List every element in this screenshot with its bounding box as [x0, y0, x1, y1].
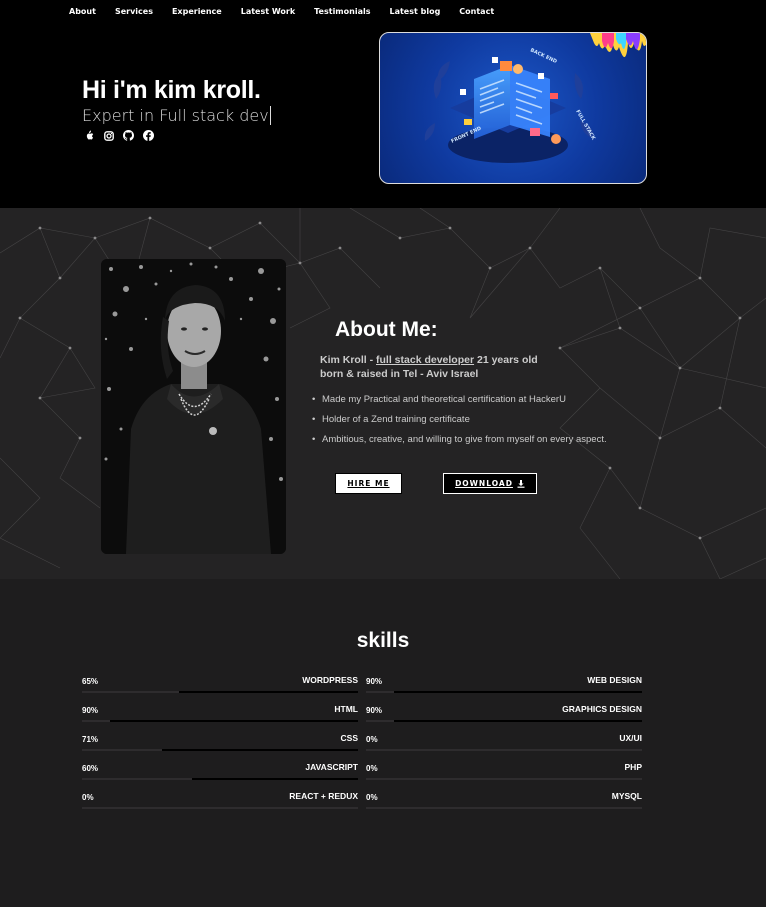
skill-percent: 71%	[82, 735, 99, 744]
skill-row: 90% HTML	[82, 701, 358, 729]
skill-row: 0% PHP	[366, 759, 642, 787]
skills-title: skills	[356, 629, 410, 652]
illustration-label-full-stack: FULL STACK	[574, 109, 597, 142]
profile-photo	[101, 259, 286, 554]
skill-percent: 90%	[366, 706, 383, 715]
skill-bar-fill	[178, 691, 358, 693]
skill-row: 90% GRAPHICS DESIGN	[366, 701, 642, 729]
about-title: About Me:	[335, 318, 438, 341]
skill-name: CSS	[340, 733, 358, 743]
download-icon	[517, 479, 525, 488]
skill-percent: 0%	[366, 764, 378, 773]
skill-bar-fill	[162, 749, 358, 751]
list-item: Ambitious, creative, and willing to give…	[312, 434, 607, 445]
nav-about[interactable]: About	[69, 7, 96, 16]
skill-name: GRAPHICS DESIGN	[562, 704, 642, 714]
skill-name: PHP	[624, 762, 642, 772]
skills-section: skills 65% WORDPRESS 90% HTML 71% CSS 60% JAVAS…	[0, 579, 766, 907]
skill-name: UX/UI	[619, 733, 642, 743]
hero-illustration: FRONT END BACK END FULL STACK	[379, 32, 647, 184]
nav-latest-blog[interactable]: Latest blog	[389, 7, 440, 16]
skill-percent: 65%	[82, 677, 99, 686]
skill-row: 0% UX/UI	[366, 730, 642, 758]
hire-me-button[interactable]: HIRE ME	[335, 473, 402, 494]
nav-experience[interactable]: Experience	[172, 7, 222, 16]
skill-percent: 90%	[82, 706, 99, 715]
skill-percent: 90%	[366, 677, 383, 686]
skill-percent: 60%	[82, 764, 99, 773]
hero-subtitle: Expert in Full stack dev	[82, 106, 271, 125]
list-item: Made my Practical and theoretical certif…	[312, 394, 607, 405]
nav-contact[interactable]: Contact	[459, 7, 494, 16]
skill-row: 0% MYSQL	[366, 788, 642, 816]
skill-percent: 0%	[82, 793, 94, 802]
github-icon[interactable]	[123, 130, 134, 141]
hero-title: Hi i'm kim kroll.	[82, 76, 261, 104]
skill-name: REACT + REDUX	[289, 791, 358, 801]
skill-bar-track	[366, 749, 642, 751]
developer-illustration: FRONT END BACK END FULL STACK	[424, 33, 646, 163]
download-button-label: DOWNLOAD	[455, 479, 513, 488]
skill-row: 65% WORDPRESS	[82, 672, 358, 700]
skill-row: 90% WEB DESIGN	[366, 672, 642, 700]
skill-bar-track	[366, 807, 642, 809]
skill-bar-fill	[109, 720, 358, 722]
skill-bar-fill	[393, 720, 642, 722]
profile-photo-art	[101, 259, 286, 554]
download-button[interactable]: DOWNLOAD	[443, 473, 537, 494]
social-links	[83, 130, 154, 141]
skill-name: WORDPRESS	[302, 675, 358, 685]
list-item: Holder of a Zend training certificate	[312, 414, 607, 425]
skill-bar-track	[82, 720, 358, 722]
skill-bar-track	[366, 691, 642, 693]
skill-bar-track	[366, 720, 642, 722]
instagram-icon[interactable]	[103, 130, 114, 141]
skill-percent: 0%	[366, 793, 378, 802]
typed-text: Full stack dev	[159, 106, 271, 125]
skill-bar-track	[82, 778, 358, 780]
hero-section: Hi i'm kim kroll. Expert in Full stack d…	[0, 22, 766, 208]
skill-bar-track	[82, 691, 358, 693]
skill-bar-fill	[192, 778, 358, 780]
apple-icon[interactable]	[83, 130, 94, 141]
skill-row: 60% JAVASCRIPT	[82, 759, 358, 787]
skill-name: JAVASCRIPT	[305, 762, 358, 772]
skill-bar-track	[82, 749, 358, 751]
skill-bar-fill	[393, 691, 642, 693]
skill-name: MYSQL	[611, 791, 642, 801]
about-intro-name: Kim Kroll -	[320, 354, 377, 366]
about-section: About Me: Kim Kroll - full stack develop…	[0, 208, 766, 579]
skill-name: HTML	[334, 704, 358, 714]
skill-name: WEB DESIGN	[587, 675, 642, 685]
about-intro-role: full stack developer	[376, 354, 475, 366]
nav-services[interactable]: Services	[115, 7, 153, 16]
about-bullet-list: Made my Practical and theoretical certif…	[312, 394, 607, 454]
facebook-icon[interactable]	[143, 130, 154, 141]
skill-bar-track	[366, 778, 642, 780]
illustration-label-back-end: BACK END	[529, 47, 558, 65]
nav-latest-work[interactable]: Latest Work	[241, 7, 295, 16]
skill-row: 71% CSS	[82, 730, 358, 758]
skill-row: 0% REACT + REDUX	[82, 788, 358, 816]
top-nav: About Services Experience Latest Work Te…	[0, 0, 766, 22]
skill-bar-track	[82, 807, 358, 809]
skill-percent: 0%	[366, 735, 378, 744]
hero-subtitle-prefix: Expert in	[82, 106, 160, 125]
nav-testimonials[interactable]: Testimonials	[314, 7, 370, 16]
about-intro: Kim Kroll - full stack developer 21 year…	[320, 353, 560, 381]
